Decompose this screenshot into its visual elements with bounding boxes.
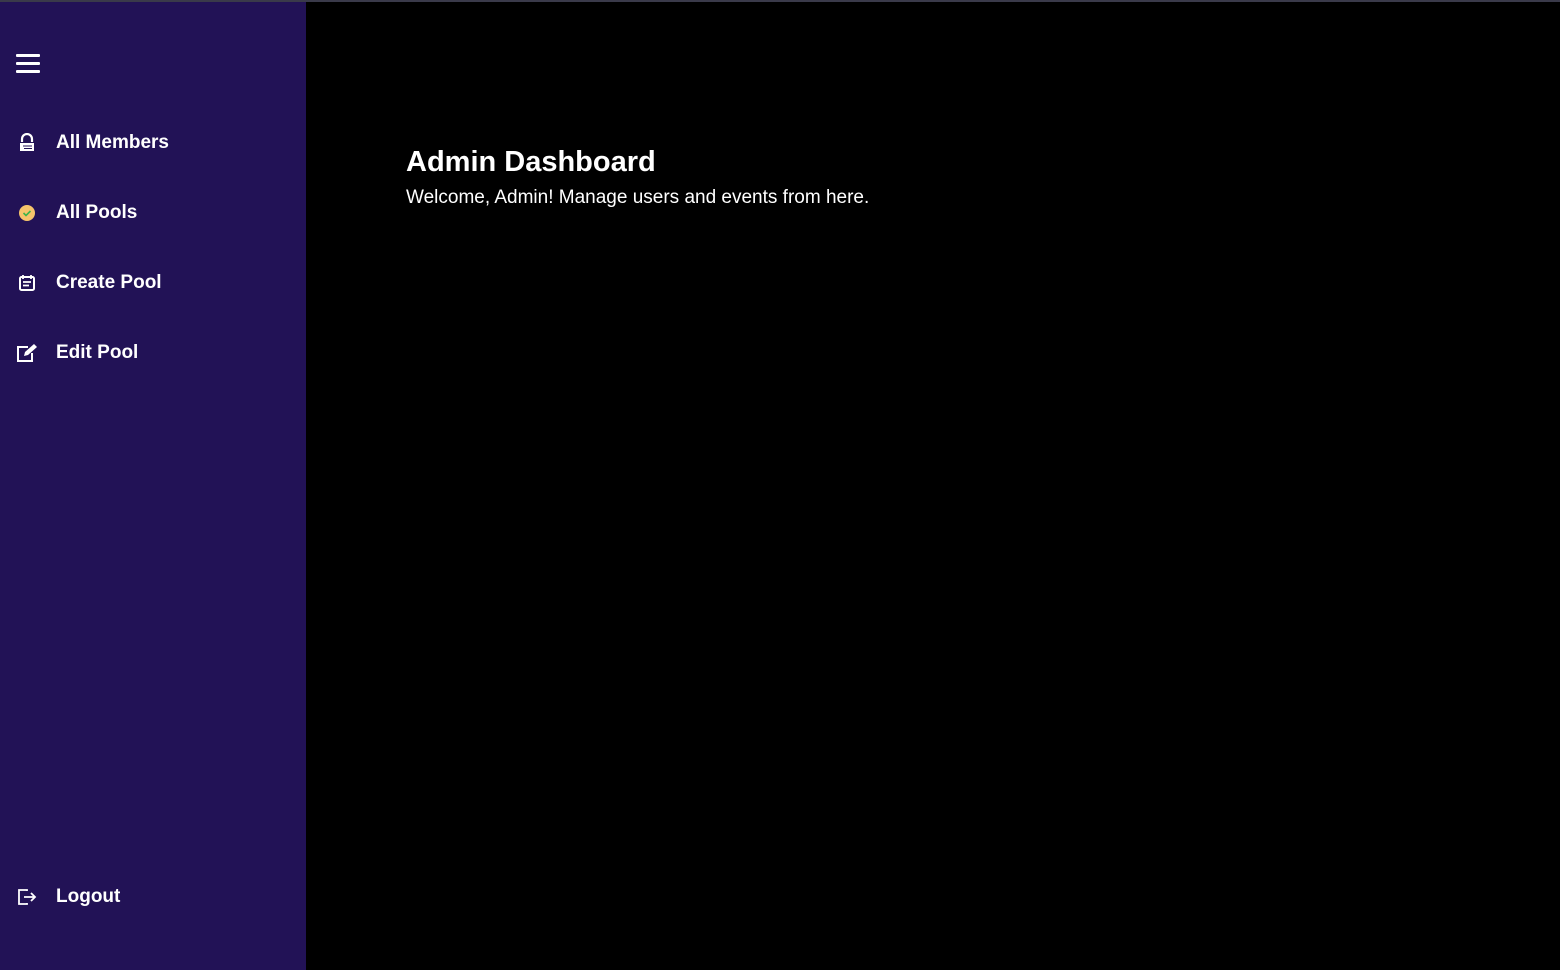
edit-icon	[16, 342, 38, 364]
check-badge-icon	[16, 202, 38, 224]
sidebar-item-label: All Members	[56, 132, 169, 153]
sidebar-item-edit-pool[interactable]: Edit Pool	[16, 338, 138, 368]
sidebar-item-create-pool[interactable]: Create Pool	[16, 268, 162, 298]
logout-button[interactable]: Logout	[16, 882, 120, 912]
main-content: Admin Dashboard Welcome, Admin! Manage u…	[306, 2, 1560, 970]
welcome-message: Welcome, Admin! Manage users and events …	[406, 187, 870, 208]
sidebar-item-all-members[interactable]: All Members	[16, 128, 169, 158]
calendar-icon	[16, 272, 38, 294]
page-title: Admin Dashboard	[406, 146, 656, 178]
logout-icon	[16, 886, 38, 908]
sidebar-item-label: Edit Pool	[56, 342, 139, 363]
sidebar-item-label: All Pools	[56, 202, 138, 223]
sidebar-item-label: Create Pool	[56, 272, 162, 293]
hamburger-menu-icon[interactable]	[16, 54, 40, 76]
members-icon	[16, 132, 38, 154]
logout-label: Logout	[56, 886, 121, 907]
sidebar: All Members All Pools Create Pool Edit P…	[0, 2, 306, 970]
sidebar-item-all-pools[interactable]: All Pools	[16, 198, 137, 228]
